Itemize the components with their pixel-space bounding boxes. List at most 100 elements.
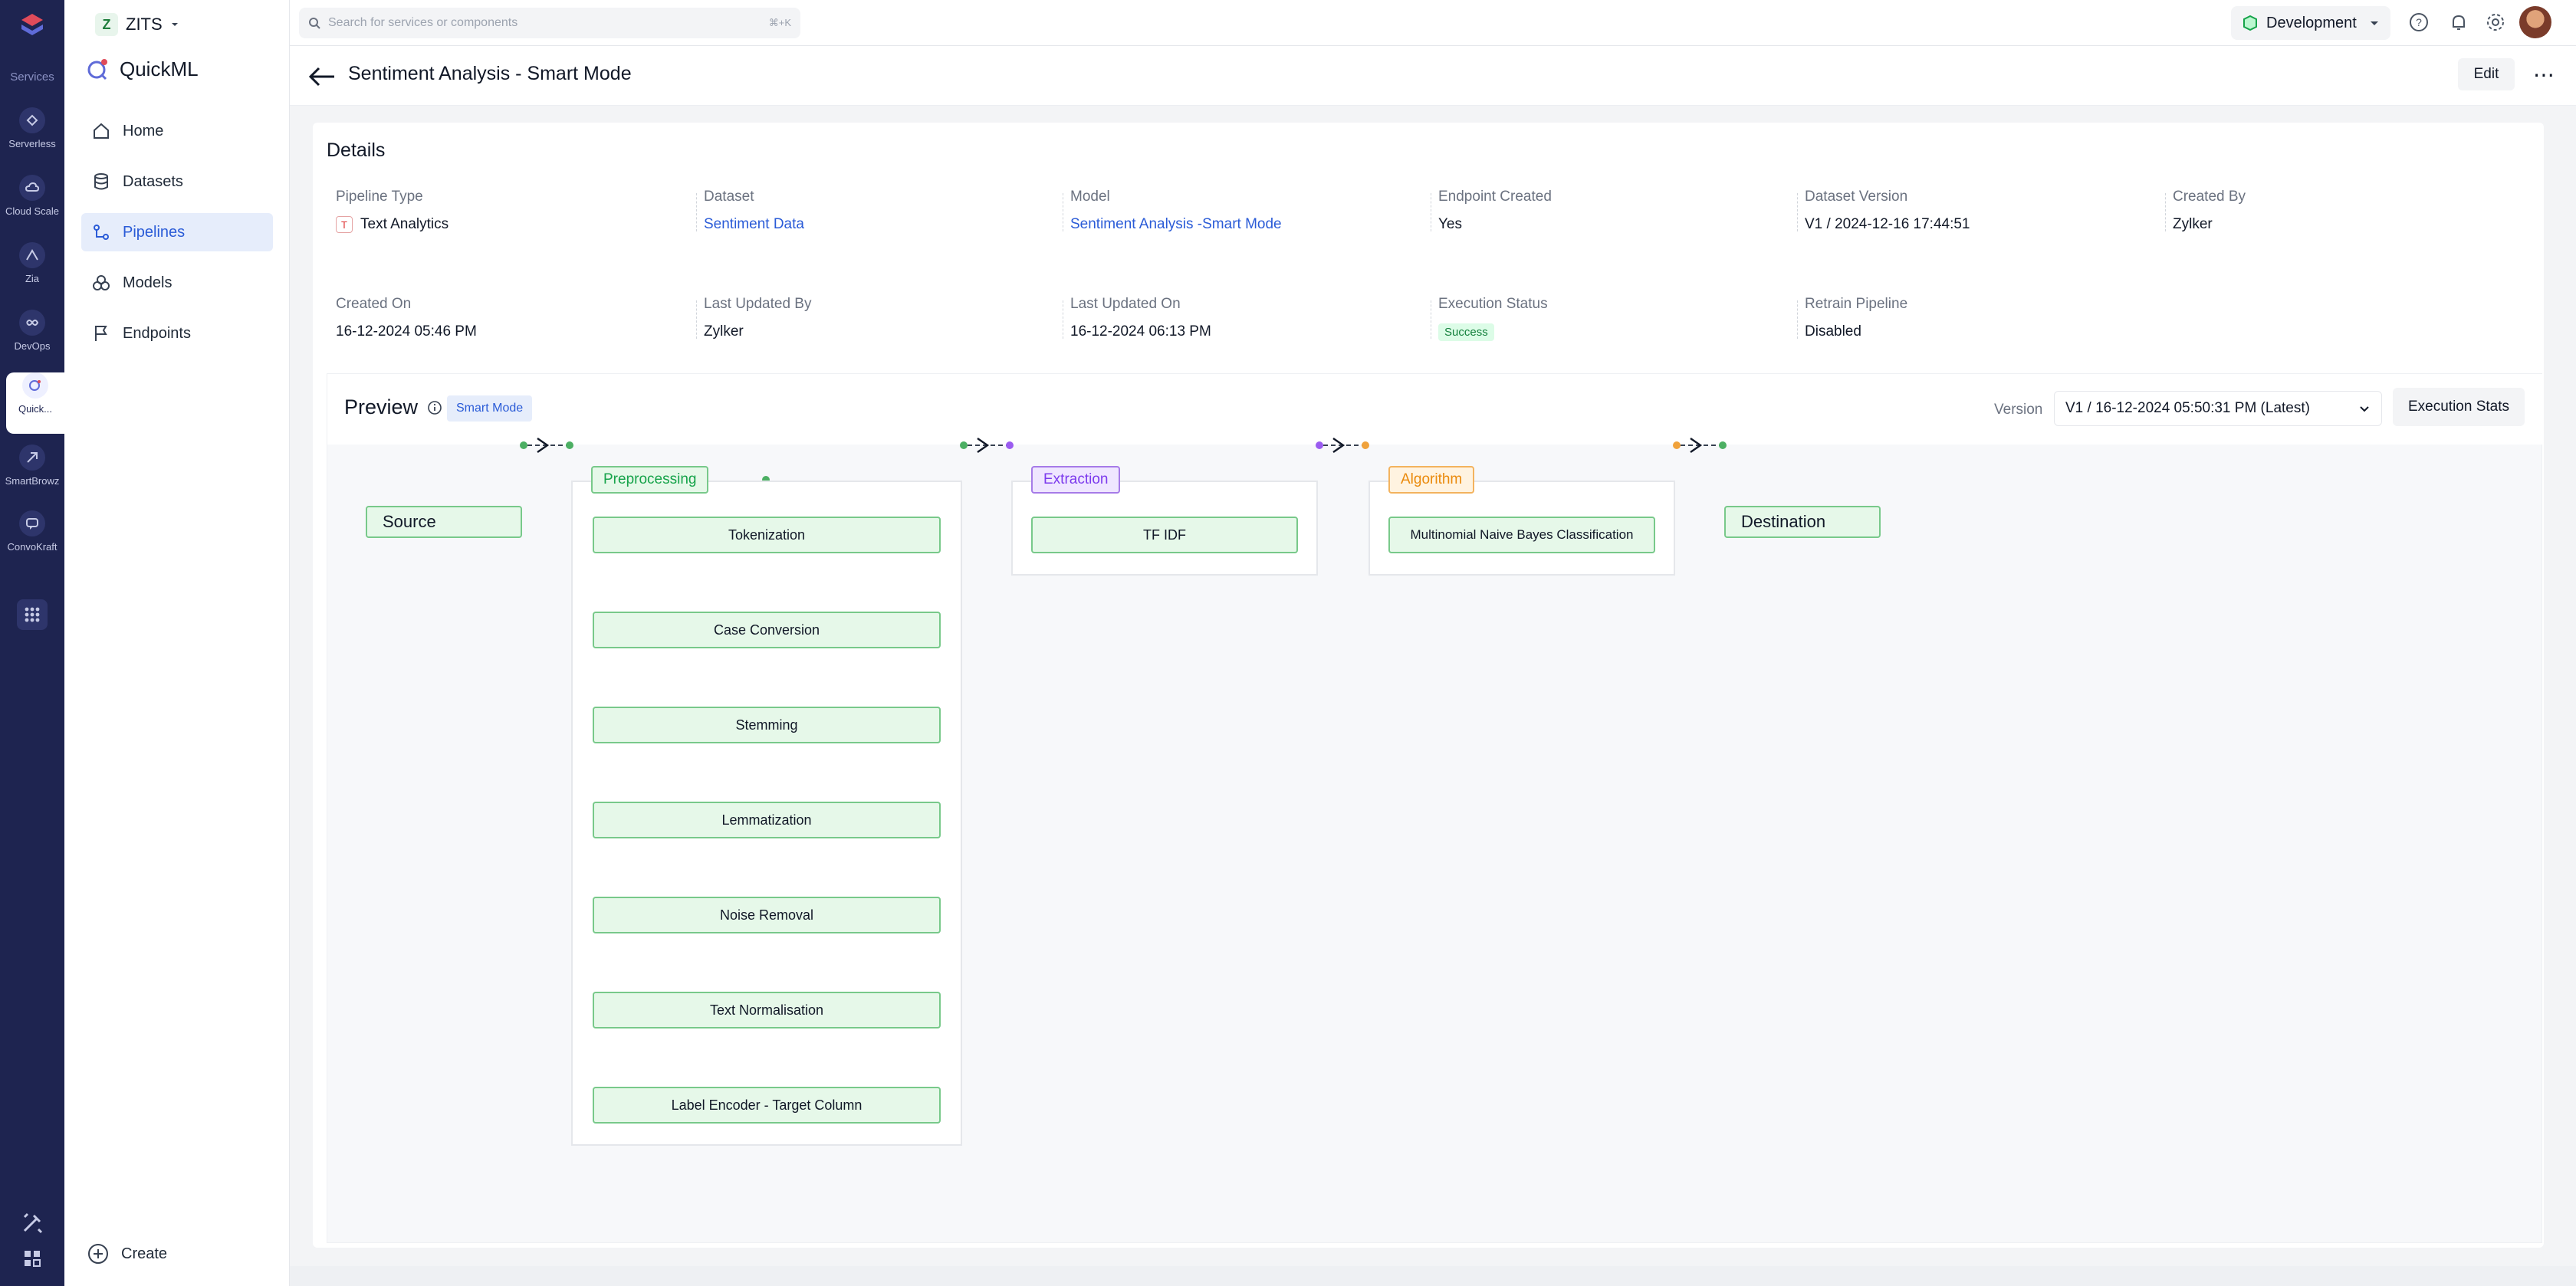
tools-icon[interactable] [17,1208,48,1238]
catalyst-logo-icon[interactable] [17,11,48,41]
source-node[interactable]: Source [366,506,522,538]
sidebar-item-endpoints[interactable]: Endpoints [81,314,273,353]
step-naive-bayes[interactable]: Multinomial Naive Bayes Classification [1388,517,1655,553]
home-icon [94,123,109,139]
field-last-updated-on: Last Updated On 16-12-2024 06:13 PM [1063,296,1423,340]
step-noise-removal[interactable]: Noise Removal [593,897,941,933]
page-title: Sentiment Analysis - Smart Mode [348,63,632,84]
sidebar-item-models[interactable]: Models [81,264,273,302]
field-pipeline-type: Pipeline Type T Text Analytics [336,189,688,233]
sidebar-item-label: Endpoints [123,324,191,342]
field-value: V1 / 2024-12-16 17:44:51 [1805,216,1970,232]
sidebar-item-home[interactable]: Home [81,112,273,150]
field-label: Execution Status [1438,296,1548,312]
field-created-on: Created On 16-12-2024 05:46 PM [336,296,688,340]
app-title: QuickML [86,57,199,81]
edit-button[interactable]: Edit [2458,58,2515,90]
field-last-updated-by: Last Updated By Zylker [696,296,1056,340]
field-value: Yes [1438,216,1462,232]
status-badge: Success [1438,323,1494,341]
quickml-icon [22,372,48,399]
rail-item-smartbrowz[interactable]: SmartBrowz [0,445,64,506]
field-created-by: Created By Zylker [2165,189,2525,233]
back-arrow-icon[interactable] [307,63,337,90]
app-name: QuickML [120,57,199,80]
field-endpoint-created: Endpoint Created Yes [1431,189,1791,233]
field-value: 16-12-2024 06:13 PM [1070,323,1211,340]
sidebar-item-datasets[interactable]: Datasets [81,162,273,201]
search-shortcut: ⌘+K [768,17,791,28]
rail-item-zia[interactable]: Zia [0,242,64,303]
database-icon [94,173,108,190]
search-input[interactable]: Search for services or components ⌘+K [299,8,800,38]
dataset-link[interactable]: Sentiment Data [704,216,1056,233]
apps-grid-icon[interactable] [17,599,48,630]
field-execution-status: Execution Status Success [1431,296,1791,341]
pipeline-icon [94,225,109,240]
sidebar: Z ZITS QuickML Home Datasets Pipelines M… [64,0,290,1286]
plus-circle-icon [88,1244,108,1264]
bottom-scroll-area [290,1266,2576,1286]
rail-item-convokraft[interactable]: ConvoKraft [0,510,64,572]
connector-source-preprocessing [520,438,573,453]
algorithm-tag: Algorithm [1388,466,1475,494]
flag-icon [95,326,107,341]
step-lemmatization[interactable]: Lemmatization [593,802,941,838]
field-label: Pipeline Type [336,189,423,205]
step-label-encoder[interactable]: Label Encoder - Target Column [593,1087,941,1124]
workspace-name: ZITS [126,15,163,34]
step-tokenization[interactable]: Tokenization [593,517,941,553]
extraction-tag: Extraction [1031,466,1121,494]
rail-item-quickml[interactable]: Quick... [6,372,64,434]
step-case-conversion[interactable]: Case Conversion [593,612,941,648]
service-rail: Services Serverless Cloud Scale Zia DevO… [0,0,64,1286]
avatar[interactable] [2519,6,2551,38]
model-link[interactable]: Sentiment Analysis -Smart Mode [1070,216,1423,233]
search-placeholder: Search for services or components [328,16,518,29]
zia-icon [19,242,45,268]
bell-icon[interactable] [2447,11,2470,34]
field-label: Created By [2173,189,2246,205]
sidebar-nav: Home Datasets Pipelines Models Endpoints [81,112,273,365]
field-divider [1797,193,1798,231]
environment-name: Development [2266,14,2357,31]
field-value-row: T Text Analytics [336,216,688,233]
devops-icon [19,310,45,336]
widgets-icon[interactable] [17,1243,48,1274]
workspace-badge: Z [95,13,118,36]
workspace-switcher[interactable]: Z ZITS [95,9,179,40]
field-divider [696,193,697,231]
environment-switcher[interactable]: Development [2231,6,2390,40]
settings-gear-icon[interactable] [2484,11,2507,34]
field-label: Model [1070,189,1110,205]
field-model: Model Sentiment Analysis -Smart Mode [1063,189,1423,233]
more-options-button[interactable]: ⋯ [2524,58,2564,90]
step-text-normalisation[interactable]: Text Normalisation [593,992,941,1028]
rail-item-label: DevOps [14,340,51,352]
rail-item-devops[interactable]: DevOps [0,310,64,371]
cloud-scale-icon [19,175,45,201]
sidebar-item-label: Home [123,122,164,139]
field-divider [1797,300,1798,339]
svg-text:?: ? [2416,16,2422,28]
connector-algorithm-destination [1673,438,1727,453]
destination-node[interactable]: Destination [1724,506,1881,538]
field-label: Retrain Pipeline [1805,296,1908,312]
models-icon [93,275,110,290]
smartbrowz-icon [19,445,45,471]
rail-item-label: Zia [25,273,40,284]
top-bar: Search for services or components ⌘+K De… [290,0,2576,46]
step-tf-idf[interactable]: TF IDF [1031,517,1298,553]
rail-item-cloud-scale[interactable]: Cloud Scale [0,175,64,236]
field-label: Last Updated By [704,296,812,312]
connector-extraction-algorithm [1316,438,1369,453]
field-value: 16-12-2024 05:46 PM [336,323,477,340]
create-button[interactable]: Create [87,1243,167,1265]
help-icon[interactable]: ? [2407,11,2430,34]
step-stemming[interactable]: Stemming [593,707,941,743]
details-title: Details [327,139,386,161]
rail-item-serverless[interactable]: Serverless [0,107,64,169]
preview-panel: Preview Smart Mode Version V1 / 16-12-20… [327,373,2543,1243]
app-root: Services Serverless Cloud Scale Zia DevO… [0,0,2576,1286]
sidebar-item-pipelines[interactable]: Pipelines [81,213,273,251]
